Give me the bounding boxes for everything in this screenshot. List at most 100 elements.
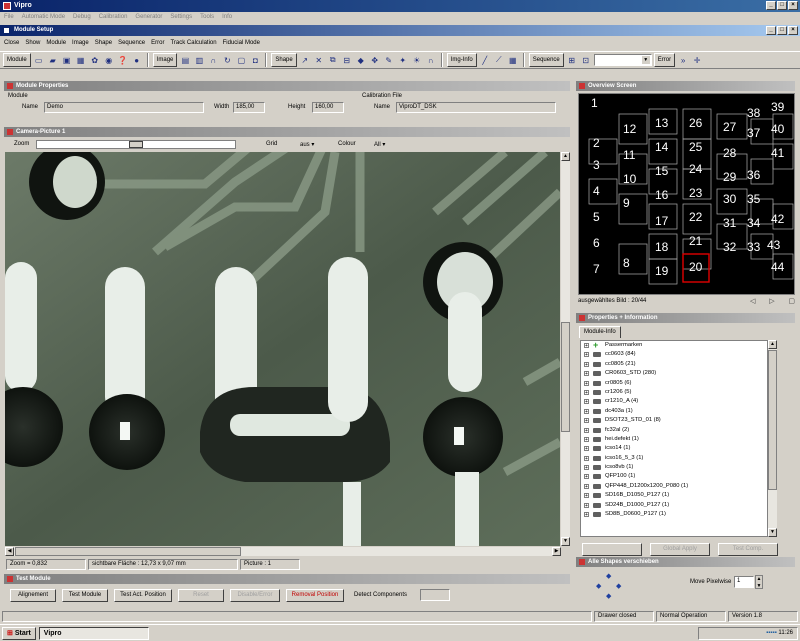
- overview-cell-37[interactable]: 37: [747, 126, 760, 140]
- tab-module-info[interactable]: Module-Info: [579, 326, 621, 338]
- grid2-icon[interactable]: ▦: [507, 54, 519, 66]
- taskbar-item-vipro[interactable]: Vipro: [38, 626, 149, 640]
- tree-vertical-scrollbar[interactable]: ▲ ▼: [768, 340, 777, 537]
- image-paste-icon[interactable]: ▥: [193, 54, 205, 66]
- tree-item[interactable]: + SD24B_D1000_P127 (1): [581, 501, 767, 510]
- camera-hscroll-thumb[interactable]: [15, 547, 241, 556]
- zoom-slider-thumb[interactable]: [129, 141, 143, 148]
- submenu-shape[interactable]: Shape: [95, 37, 112, 49]
- toolbar-module-button[interactable]: Module: [3, 53, 31, 67]
- minimize-button[interactable]: _: [766, 1, 776, 10]
- tree-item[interactable]: + icso14 (1): [581, 444, 767, 453]
- tree-item[interactable]: + cc0603 (84): [581, 350, 767, 359]
- expand-icon[interactable]: +: [584, 493, 589, 499]
- toolbar-image-button[interactable]: Image: [152, 53, 178, 67]
- expand-icon[interactable]: +: [584, 371, 589, 377]
- tree-item[interactable]: + cc0805 (21): [581, 360, 767, 369]
- split-icon[interactable]: ⊟: [341, 54, 353, 66]
- overview-cell-35[interactable]: 35: [747, 192, 760, 206]
- expand-icon[interactable]: +: [584, 512, 589, 518]
- scroll-right-icon[interactable]: ▶: [552, 547, 561, 556]
- module-info-tree[interactable]: + + Passermarken + cc0603 (84) + cc0805 (21)…: [580, 340, 768, 537]
- overview-cell-33[interactable]: 33: [747, 240, 760, 254]
- camera-image[interactable]: [5, 152, 560, 546]
- calibration-name-field[interactable]: ViproDT_DSK: [396, 102, 556, 113]
- overview-cell-11[interactable]: 11: [623, 148, 635, 162]
- properties-apply-button[interactable]: [582, 543, 642, 556]
- overview-cell-23[interactable]: 23: [689, 186, 702, 200]
- overview-cell-30[interactable]: 30: [723, 192, 736, 206]
- magnet-icon[interactable]: ∩: [207, 54, 219, 66]
- overview-cell-29[interactable]: 29: [723, 170, 736, 184]
- menu-automatic-mode[interactable]: Automatic Mode: [22, 12, 65, 23]
- tag-icon[interactable]: ◆: [355, 54, 367, 66]
- overview-cell-26[interactable]: 26: [689, 116, 702, 130]
- tree-item[interactable]: + icso16_5_3 (1): [581, 454, 767, 463]
- scroll-down-icon[interactable]: ▼: [561, 537, 570, 546]
- overview-cell-28[interactable]: 28: [723, 146, 736, 160]
- move-icon[interactable]: ✥: [369, 54, 381, 66]
- play-icon[interactable]: ◉: [103, 54, 115, 66]
- sequence-icon[interactable]: ⊞: [566, 54, 578, 66]
- submenu-error[interactable]: Error: [151, 37, 164, 49]
- move-left-icon[interactable]: ◆: [596, 582, 601, 590]
- disable-error-button[interactable]: Disable/Error: [230, 589, 280, 602]
- overview-cell-18[interactable]: 18: [655, 240, 668, 254]
- overview-cell-41[interactable]: 41: [771, 146, 784, 160]
- toolbar-error-button[interactable]: Error: [653, 53, 676, 67]
- expand-icon[interactable]: +: [584, 474, 589, 480]
- overview-cell-21[interactable]: 21: [689, 234, 702, 248]
- overview-cell-27[interactable]: 27: [723, 120, 736, 134]
- tree-item[interactable]: + QFP100 (1): [581, 472, 767, 481]
- overview-cell-12[interactable]: 12: [623, 122, 636, 136]
- submenu-track-calculation[interactable]: Track Calculation: [170, 37, 216, 49]
- expand-icon[interactable]: +: [584, 436, 589, 442]
- menu-tools[interactable]: Tools: [200, 12, 214, 23]
- overview-cell-19[interactable]: 19: [655, 264, 668, 278]
- overview-cell-17[interactable]: 17: [655, 214, 668, 228]
- detect-components-field[interactable]: [420, 589, 450, 601]
- brush-icon[interactable]: ✎: [383, 54, 395, 66]
- move-down-icon[interactable]: ◆: [606, 592, 611, 600]
- overview-cell-9[interactable]: 9: [623, 196, 630, 210]
- tree-item[interactable]: + hei.defekt (1): [581, 435, 767, 444]
- module-height-field[interactable]: 160,00: [312, 102, 344, 113]
- help-icon[interactable]: ❓: [117, 54, 129, 66]
- line-icon[interactable]: ⟋: [493, 54, 505, 66]
- module-name-field[interactable]: Demo: [44, 102, 204, 113]
- alignement-button[interactable]: Alignement: [10, 589, 56, 602]
- menu-file[interactable]: File: [4, 12, 14, 23]
- overview-cell-44[interactable]: 44: [771, 260, 784, 274]
- bulb-icon[interactable]: ☀: [411, 54, 423, 66]
- tree-item[interactable]: + SD16B_D1050_P127 (1): [581, 491, 767, 500]
- module-width-field[interactable]: 185,00: [233, 102, 265, 113]
- sequence2-icon[interactable]: ⊡: [580, 54, 592, 66]
- menu-info[interactable]: Info: [222, 12, 232, 23]
- close-button[interactable]: ×: [788, 1, 798, 10]
- camera-icon[interactable]: ◘: [249, 54, 261, 66]
- light-icon[interactable]: ✦: [397, 54, 409, 66]
- reset-button[interactable]: Reset: [178, 589, 224, 602]
- toolbar-shape-button[interactable]: Shape: [271, 53, 297, 67]
- menu-calibration[interactable]: Calibration: [99, 12, 128, 23]
- test-comp-button[interactable]: Test Comp.: [718, 543, 778, 556]
- expand-icon[interactable]: +: [584, 483, 589, 489]
- overview-cell-24[interactable]: 24: [689, 162, 702, 176]
- sub-maximize-button[interactable]: □: [777, 26, 787, 35]
- overview-cell-32[interactable]: 32: [723, 240, 736, 254]
- tree-item[interactable]: + dc403a (1): [581, 407, 767, 416]
- toolbar-dropdown[interactable]: [593, 54, 652, 66]
- scroll-left-icon[interactable]: ◀: [5, 547, 14, 556]
- tree-item[interactable]: + QFP448_D1200x1200_P080 (1): [581, 482, 767, 491]
- menu-settings[interactable]: Settings: [170, 12, 192, 23]
- submenu-show[interactable]: Show: [25, 37, 40, 49]
- expand-icon[interactable]: +: [584, 389, 589, 395]
- settings-icon[interactable]: ✿: [89, 54, 101, 66]
- overview-cell-39[interactable]: 39: [771, 100, 784, 114]
- tree-item[interactable]: + cr1206 (5): [581, 388, 767, 397]
- move-pixelwise-spinner[interactable]: ▲ ▼: [755, 575, 763, 589]
- tree-item[interactable]: + + Passermarken: [581, 341, 767, 350]
- submenu-image[interactable]: Image: [72, 37, 89, 49]
- pen-icon[interactable]: ╱: [479, 54, 491, 66]
- tree-scroll-thumb[interactable]: [768, 350, 777, 490]
